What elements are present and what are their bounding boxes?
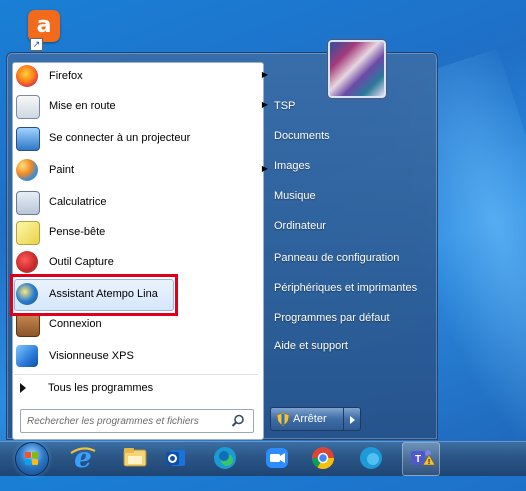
zoom-icon[interactable] xyxy=(262,444,292,472)
right-pane-item-6[interactable]: Panneau de configuration xyxy=(274,252,424,272)
program-item-3[interactable]: Se connecter à un projecteur xyxy=(12,126,268,152)
triangle-right-icon xyxy=(20,383,26,393)
calculator-icon xyxy=(16,191,40,215)
program-item-5[interactable]: Calculatrice xyxy=(12,190,268,216)
submenu-arrow-icon[interactable]: ▶ xyxy=(262,100,268,109)
paint-icon xyxy=(16,159,38,181)
program-label: Calculatrice xyxy=(49,196,107,208)
xps-viewer-icon xyxy=(16,345,38,367)
shutdown-label: Arrêter xyxy=(293,413,327,425)
program-label: Pense-bête xyxy=(49,226,106,238)
submenu-arrow-icon[interactable]: ▶ xyxy=(262,70,268,79)
teams-icon[interactable]: T ! xyxy=(402,442,440,476)
firefox-icon xyxy=(16,65,38,87)
right-pane-item-5[interactable]: Ordinateur xyxy=(274,220,424,240)
program-label: Firefox xyxy=(49,70,83,82)
right-pane-item-1[interactable]: TSP xyxy=(274,100,424,120)
windows-flag-icon xyxy=(25,452,39,466)
shutdown-button[interactable]: Arrêter xyxy=(270,407,344,431)
user-avatar[interactable] xyxy=(328,40,386,98)
program-item-6[interactable]: Pense-bête xyxy=(12,220,268,246)
file-explorer-icon[interactable] xyxy=(120,444,150,472)
right-pane-item-4[interactable]: Musique xyxy=(274,190,424,210)
program-label: Connexion xyxy=(49,318,102,330)
right-pane-item-2[interactable]: Documents xyxy=(274,130,424,150)
program-label: Outil Capture xyxy=(49,256,114,268)
internet-explorer-icon[interactable]: e xyxy=(68,441,98,474)
chrome-icon[interactable] xyxy=(308,444,338,472)
all-programs-label: Tous les programmes xyxy=(48,382,154,394)
shortcut-arrow-icon: ↗ xyxy=(30,38,43,51)
search-box[interactable] xyxy=(20,409,254,433)
program-item-10[interactable]: Visionneuse XPS xyxy=(12,344,268,370)
avast-desktop-shortcut[interactable]: a ↗ xyxy=(24,8,64,51)
highlight-annotation-box xyxy=(10,274,178,316)
separator xyxy=(14,374,258,375)
sticky-notes-icon xyxy=(16,221,40,245)
program-label: Visionneuse XPS xyxy=(49,350,134,362)
program-label: Mise en route xyxy=(49,100,116,112)
program-item-1[interactable]: Firefox ▶ xyxy=(12,64,268,90)
getting-started-icon xyxy=(16,95,40,119)
search-input[interactable] xyxy=(27,413,227,429)
edge-icon[interactable] xyxy=(210,444,240,472)
submenu-arrow-icon[interactable]: ▶ xyxy=(262,164,268,173)
svg-text:e: e xyxy=(74,443,92,471)
right-pane-item-8[interactable]: Programmes par défaut xyxy=(274,312,424,332)
all-programs-button[interactable]: Tous les programmes xyxy=(14,378,258,400)
outlook-icon[interactable] xyxy=(160,444,190,472)
program-label: Se connecter à un projecteur xyxy=(49,132,191,144)
start-orb[interactable] xyxy=(16,443,48,475)
program-item-4[interactable]: Paint ▶ xyxy=(12,158,268,184)
right-pane-item-9[interactable]: Aide et support xyxy=(274,340,424,360)
snipping-tool-icon xyxy=(16,251,38,273)
shield-icon xyxy=(277,413,289,426)
right-pane-item-3[interactable]: Images xyxy=(274,160,424,180)
program-label: Paint xyxy=(49,164,75,176)
program-item-7[interactable]: Outil Capture xyxy=(12,250,268,276)
projector-icon xyxy=(16,127,40,151)
connexion-icon xyxy=(16,313,40,337)
chevron-right-icon xyxy=(350,416,355,424)
edge-beta-icon[interactable] xyxy=(356,444,386,472)
svg-text:T: T xyxy=(415,454,421,465)
shutdown-options-button[interactable] xyxy=(343,407,361,431)
search-icon[interactable] xyxy=(231,414,245,428)
program-item-2[interactable]: Mise en route ▶ xyxy=(12,94,268,120)
svg-text:!: ! xyxy=(428,459,430,466)
right-pane-item-7[interactable]: Périphériques et imprimantes xyxy=(274,282,424,302)
